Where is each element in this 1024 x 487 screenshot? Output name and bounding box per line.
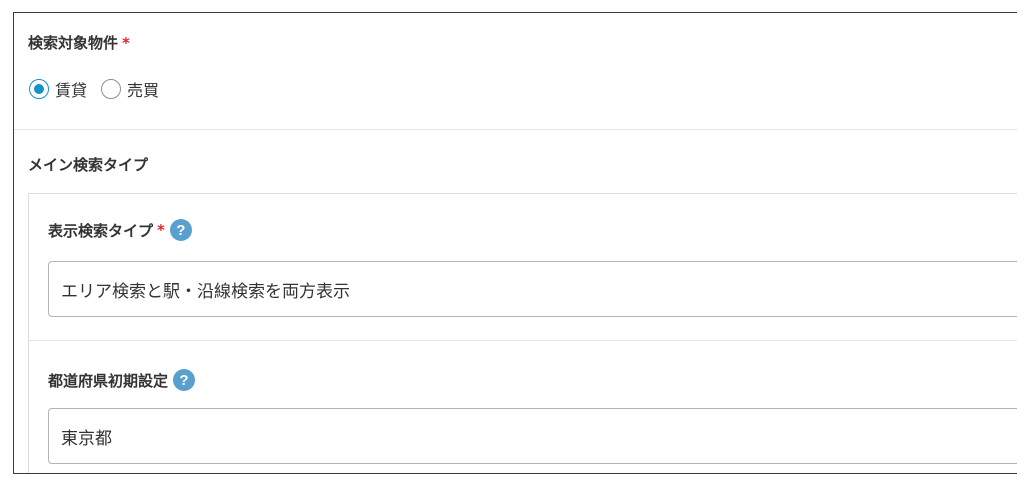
radio-selected-dot — [34, 84, 44, 94]
search-target-label: 検索対象物件 * — [28, 33, 130, 53]
display-search-type-value: エリア検索と駅・沿線検索を両方表示 — [61, 281, 350, 302]
field-divider — [29, 340, 1017, 341]
radio-label-sale[interactable]: 売買 — [127, 77, 159, 101]
required-mark: * — [157, 221, 165, 239]
display-search-type-select[interactable]: エリア検索と駅・沿線検索を両方表示 — [48, 261, 1017, 317]
main-search-type-heading: メイン検索タイプ — [28, 156, 149, 174]
main-search-type-panel: 表示検索タイプ *? エリア検索と駅・沿線検索を両方表示 都道府県初期設定? 東京… — [28, 193, 1017, 473]
question-mark-icon[interactable]: ? — [173, 369, 196, 391]
radio-option-sale[interactable]: 売買 — [101, 77, 159, 101]
prefecture-default-label: 都道府県初期設定? — [48, 369, 196, 391]
prefecture-default-value: 東京都 — [61, 428, 112, 449]
radio-button-rent[interactable] — [29, 79, 49, 99]
prefecture-default-select[interactable]: 東京都 — [48, 408, 1017, 464]
radio-button-sale[interactable] — [101, 79, 122, 99]
settings-panel: 検索対象物件 * 賃貸 売買 メイン検索タイプ 表示検索タイプ *? エリア検索と駅… — [13, 12, 1017, 474]
radio-option-rent[interactable]: 賃貸 — [29, 77, 87, 101]
display-search-type-label: 表示検索タイプ *? — [48, 219, 192, 241]
question-mark-icon[interactable]: ? — [169, 219, 192, 241]
radio-label-rent[interactable]: 賃貸 — [55, 77, 87, 101]
section-divider — [14, 129, 1017, 130]
required-mark: * — [122, 33, 130, 52]
search-target-radio-group: 賃貸 売買 — [29, 77, 173, 101]
